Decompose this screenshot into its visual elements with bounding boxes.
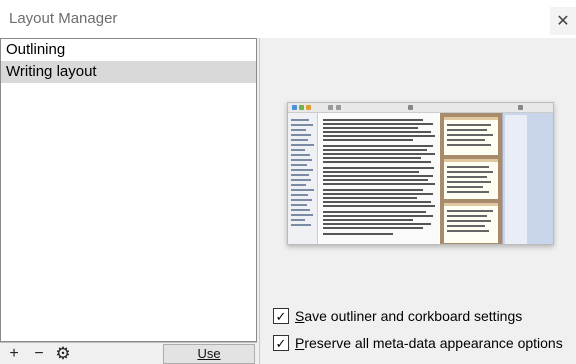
layout-item-outlining[interactable]: Outlining [1, 39, 256, 61]
save-outliner-label: Save outliner and corkboard settings [295, 308, 523, 324]
preview-toolbar [288, 103, 553, 113]
layout-item-label: Writing layout [6, 63, 97, 80]
preserve-meta-label: Preserve all meta-data appearance option… [295, 335, 563, 351]
preserve-meta-checkbox[interactable]: ✓ [273, 335, 289, 351]
layout-preview-image [287, 102, 554, 245]
list-toolbar: + − ⚙ Use [0, 342, 257, 364]
checkmark-icon: ✓ [275, 335, 287, 351]
title-bar: Layout Manager ✕ [0, 0, 576, 38]
remove-layout-button[interactable]: − [28, 345, 50, 363]
use-button[interactable]: Use [163, 344, 255, 364]
preview-corkboard [440, 113, 502, 244]
add-layout-button[interactable]: + [3, 345, 25, 363]
save-outliner-option[interactable]: ✓ Save outliner and corkboard settings [273, 308, 522, 324]
close-icon: ✕ [556, 13, 570, 30]
checkmark-icon: ✓ [275, 308, 287, 324]
preview-editor [319, 113, 439, 244]
layout-list[interactable]: Outlining Writing layout [0, 38, 257, 342]
preview-inspector [502, 113, 553, 244]
panel-divider [259, 38, 260, 364]
preview-binder [288, 113, 318, 244]
window-title: Layout Manager [9, 10, 118, 27]
minus-icon: − [34, 345, 44, 362]
layout-item-writing-layout[interactable]: Writing layout [1, 61, 256, 83]
save-outliner-checkbox[interactable]: ✓ [273, 308, 289, 324]
gear-icon: ⚙ [55, 344, 71, 363]
close-button[interactable]: ✕ [550, 7, 576, 35]
layout-settings-button[interactable]: ⚙ [52, 344, 74, 363]
preserve-meta-option[interactable]: ✓ Preserve all meta-data appearance opti… [273, 335, 563, 351]
layout-item-label: Outlining [6, 41, 66, 58]
plus-icon: + [9, 345, 19, 362]
